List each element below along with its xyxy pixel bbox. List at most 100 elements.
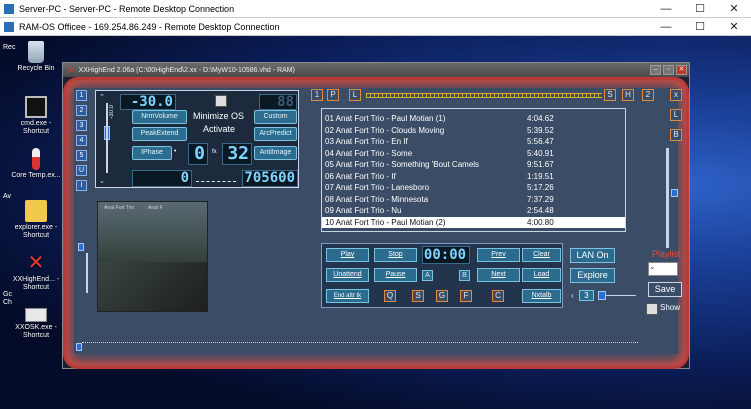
count-slider-track[interactable] xyxy=(606,295,636,296)
explore-button[interactable]: Explore xyxy=(570,268,615,283)
tab-1[interactable]: 1 xyxy=(311,89,323,101)
stop-button[interactable]: Stop xyxy=(374,248,417,262)
left-slider-track[interactable] xyxy=(86,253,88,293)
custom-button[interactable]: Custom xyxy=(254,110,297,124)
playlist-progress-ruler[interactable] xyxy=(366,93,602,98)
dropdown-chevron-icon[interactable]: ⌄ xyxy=(649,262,656,271)
bottom-position-bar[interactable] xyxy=(82,342,638,346)
right-b-button[interactable]: B xyxy=(670,129,682,141)
filter-slider[interactable] xyxy=(196,175,236,182)
playlist[interactable]: 01 Anat Fort Trio - Paul Motian (1) 4:04.… xyxy=(321,108,626,232)
iphase-button[interactable]: IPhase xyxy=(132,146,172,160)
lan-on-button[interactable]: LAN On xyxy=(570,248,615,263)
save-button[interactable]: Save xyxy=(648,282,682,297)
s-button[interactable]: S xyxy=(412,290,424,302)
app-logo-icon: ✕ xyxy=(67,64,75,75)
track-duration: 4:00.80 xyxy=(527,217,554,227)
g-button[interactable]: G xyxy=(436,290,448,302)
tab-l[interactable]: L xyxy=(349,89,361,101)
playlist-row[interactable]: 10 Anat Fort Trio - Paul Motian (2) 4:00.… xyxy=(322,216,625,228)
right-l-button[interactable]: L xyxy=(670,109,682,121)
preset-i-button[interactable]: I xyxy=(76,180,87,191)
chevron-up-icon[interactable]: ⌃ xyxy=(99,93,105,101)
playlist-row[interactable]: 04 Anat Fort Trio - Some 5:40.91 xyxy=(322,148,625,159)
load-button[interactable]: Load xyxy=(522,268,561,282)
playlist-row[interactable]: 05 Anat Fort Trio - Something 'Bout Came… xyxy=(322,159,625,170)
album-caption-left: Anat Fort Trio xyxy=(104,205,135,211)
minimize-os-checkbox-icon[interactable] xyxy=(215,95,227,107)
xxhighend-shortcut[interactable]: ✕ XXHighEnd... - Shortcut xyxy=(11,252,61,292)
xxosk-shortcut[interactable]: XXOSK.exe - Shortcut xyxy=(11,304,61,340)
inner-minimize-button[interactable]: — xyxy=(649,18,683,36)
close-x-button[interactable]: x xyxy=(670,89,682,101)
f-button[interactable]: F xyxy=(460,290,472,302)
activate-label[interactable]: Activate xyxy=(203,124,235,134)
unattend-button[interactable]: Unattend xyxy=(326,268,369,282)
nxtalb-button[interactable]: Nxtalb xyxy=(522,289,561,303)
remote-desktop-icon xyxy=(4,3,14,14)
volume-slider-track[interactable] xyxy=(106,103,108,173)
playlist-row[interactable]: 01 Anat Fort Trio - Paul Motian (1) 4:04.… xyxy=(322,113,625,124)
keyboard-icon xyxy=(25,308,47,322)
close-button[interactable]: ✕ xyxy=(717,0,751,18)
playlist-scrollbar[interactable] xyxy=(666,148,669,248)
pause-button[interactable]: Pause xyxy=(374,268,417,282)
inner-close-button[interactable]: ✕ xyxy=(717,18,751,36)
playlist-row[interactable]: 09 Anat Fort Trio - Nu 2:54.48 xyxy=(322,205,625,216)
inner-maximize-button[interactable]: ☐ xyxy=(683,18,717,36)
album-art: Anat Fort Trio Anat F xyxy=(97,201,208,312)
playlist-row[interactable]: 03 Anat Fort Trio - En If 5:56.47 xyxy=(322,136,625,147)
next-button[interactable]: Next xyxy=(477,268,520,282)
end-attr-button[interactable]: End attr tk xyxy=(326,289,369,303)
playlist-row[interactable]: 07 Anat Fort Trio - Lanesboro 5:17.26 xyxy=(322,182,625,193)
cmd-shortcut[interactable]: cmd.exe - Shortcut xyxy=(11,96,61,136)
track-duration: 9:51.67 xyxy=(527,160,554,169)
playlist-scroll-thumb[interactable] xyxy=(671,189,678,197)
count-slider-thumb[interactable] xyxy=(598,291,606,300)
explorer-shortcut[interactable]: explorer.exe - Shortcut xyxy=(11,200,61,240)
xxhighend-logo-icon: ✕ xyxy=(27,252,45,274)
tab-s[interactable]: S xyxy=(604,89,616,101)
preset-4-button[interactable]: 4 xyxy=(76,135,87,146)
tab-2[interactable]: 2 xyxy=(642,89,654,101)
preset-1-button[interactable]: 1 xyxy=(76,90,87,101)
folder-icon xyxy=(25,200,47,222)
nrm-volume-button[interactable]: NrmVolume xyxy=(132,110,187,124)
playlist-row[interactable]: 06 Anat Fort Trio - If 1:19.51 xyxy=(322,171,625,182)
core-temp-label: Core Temp.ex... xyxy=(11,172,61,179)
remote-desktop-icon-inner xyxy=(4,21,14,32)
preset-5-button[interactable]: 5 xyxy=(76,150,87,161)
thermometer-icon xyxy=(32,148,40,170)
q-button[interactable]: Q xyxy=(384,290,396,302)
tab-p[interactable]: P xyxy=(327,89,339,101)
app-close-button[interactable]: ✕ xyxy=(676,65,687,75)
show-checkbox-icon[interactable] xyxy=(646,303,658,315)
clear-button[interactable]: Clear xyxy=(522,248,561,262)
chevron-left-icon[interactable]: ‹ xyxy=(571,291,574,300)
recycle-bin-shortcut[interactable]: Recycle Bin xyxy=(11,41,61,73)
preset-3-button[interactable]: 3 xyxy=(76,120,87,131)
app-restore-button[interactable]: ▫ xyxy=(663,65,674,75)
antiimage-button[interactable]: AntiImage xyxy=(254,146,297,160)
playlist-row[interactable]: 02 Anat Fort Trio - Clouds Moving 5:39.52 xyxy=(322,125,625,136)
playlist-row[interactable]: 08 Anat Fort Trio - Minnesota 7:37.29 xyxy=(322,194,625,205)
tab-h[interactable]: H xyxy=(622,89,634,101)
arc-predict-button[interactable]: ArcPredict xyxy=(254,127,297,141)
a-button[interactable]: A xyxy=(422,270,433,281)
iphase-stepper-icon[interactable]: • xyxy=(174,148,183,158)
preset-2-button[interactable]: 2 xyxy=(76,105,87,116)
app-title-bar: ✕ XXHighEnd 2.06a (C:\00HighEnd\2.xx - D… xyxy=(63,63,689,77)
peak-extend-button[interactable]: PeakExtend xyxy=(132,127,187,141)
play-button[interactable]: Play xyxy=(326,248,369,262)
chevron-down-icon[interactable]: ⌄ xyxy=(99,177,105,185)
core-temp-shortcut[interactable]: Core Temp.ex... xyxy=(11,148,61,180)
minimize-button[interactable]: — xyxy=(649,0,683,18)
c-button[interactable]: C xyxy=(492,290,504,302)
prev-button[interactable]: Prev xyxy=(477,248,520,262)
app-minimize-button[interactable]: – xyxy=(650,65,661,75)
b-button[interactable]: B xyxy=(459,270,470,281)
inner-title-bar: RAM-OS Officee - 169.254.86.249 - Remote… xyxy=(0,18,751,36)
left-slider-thumb[interactable] xyxy=(78,243,84,251)
maximize-button[interactable]: ☐ xyxy=(683,0,717,18)
preset-u-button[interactable]: U xyxy=(76,165,87,176)
